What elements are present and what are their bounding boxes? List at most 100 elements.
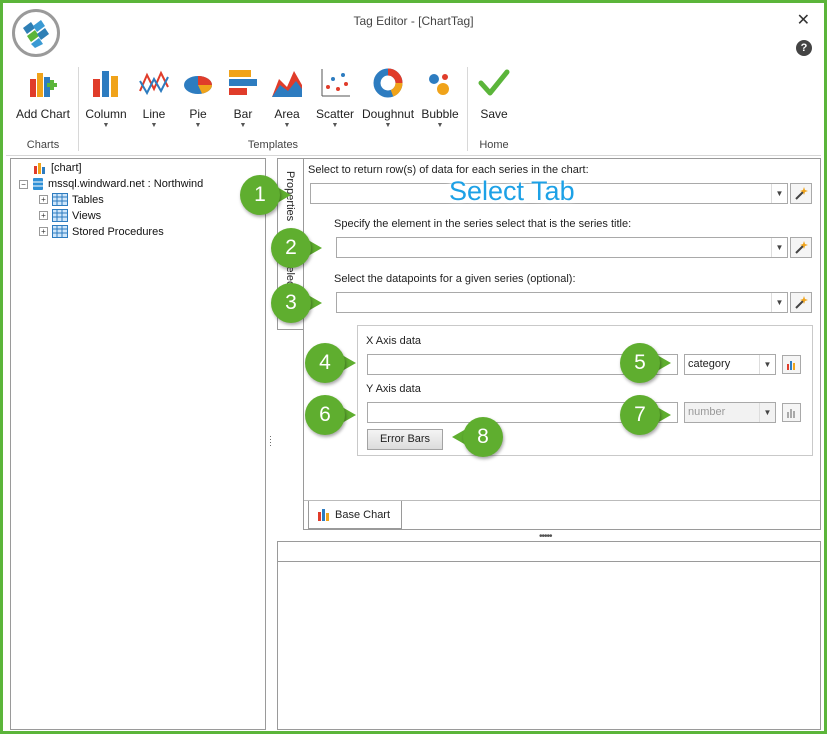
tab-label: Base Chart (335, 508, 391, 521)
scatter-chart-button[interactable]: Scatter ▼ (312, 67, 358, 129)
database-icon (33, 178, 43, 190)
scatter-dropdown-arrow-icon[interactable]: ▼ (312, 122, 358, 129)
collapse-icon[interactable]: − (19, 179, 28, 189)
callout-5: 5 (620, 343, 671, 383)
tag-editor-window: Tag Editor - [ChartTag] ✕ ? Add Chart Co… (0, 0, 827, 734)
chevron-down-icon[interactable]: ▼ (771, 184, 787, 203)
charts-group-label: Charts (26, 139, 60, 151)
series-title-select[interactable]: ▼ (336, 237, 788, 258)
magic-wand-icon (795, 295, 808, 309)
y-axis-type-select[interactable]: number ▼ (684, 402, 776, 423)
output-panel (277, 541, 821, 730)
table-icon (52, 209, 68, 222)
error-bars-button[interactable]: Error Bars (367, 429, 443, 450)
save-label: Save (480, 107, 508, 121)
callout-number: 7 (620, 395, 660, 435)
callout-number: 1 (240, 175, 280, 215)
tree-item-label: Stored Procedures (72, 225, 164, 238)
doughnut-dropdown-arrow-icon[interactable]: ▼ (362, 122, 414, 129)
magic-wand-icon (795, 240, 808, 254)
table-icon (52, 225, 68, 238)
scatter-label: Scatter (315, 107, 354, 121)
series-rows-label: Select to return row(s) of data for each… (308, 164, 589, 176)
bar-label: Bar (233, 107, 253, 121)
series-title-wizard-button[interactable] (790, 237, 812, 258)
scatter-chart-icon (312, 67, 358, 99)
series-rows-wizard-button[interactable] (790, 183, 812, 204)
tree-item-views[interactable]: + Views (39, 209, 101, 222)
callout-number: 3 (271, 283, 311, 323)
bar-dropdown-arrow-icon[interactable]: ▼ (224, 122, 262, 129)
expand-icon[interactable]: + (39, 227, 48, 236)
doughnut-chart-button[interactable]: Doughnut ▼ (362, 67, 414, 129)
save-button[interactable]: Save (474, 67, 514, 121)
y-axis-format-button[interactable] (782, 403, 801, 422)
y-axis-type-value: number (688, 406, 726, 418)
bubble-chart-button[interactable]: Bubble ▼ (418, 67, 462, 129)
x-axis-type-value: category (688, 358, 731, 370)
tree-item-datasource[interactable]: − mssql.windward.net : Northwind (19, 177, 203, 191)
chart-icon (34, 163, 45, 174)
vertical-splitter[interactable]: · · · · (269, 432, 273, 450)
checkmark-icon (474, 67, 514, 99)
pie-dropdown-arrow-icon[interactable]: ▼ (178, 122, 218, 129)
pie-label: Pie (189, 107, 207, 121)
callout-2: 2 (271, 228, 322, 268)
area-chart-icon (268, 67, 306, 99)
area-dropdown-arrow-icon[interactable]: ▼ (268, 122, 306, 129)
tree-item-stored-procedures[interactable]: + Stored Procedures (39, 225, 164, 238)
column-chart-button[interactable]: Column ▼ (84, 67, 128, 129)
add-chart-icon (14, 67, 72, 99)
tree-item-tables[interactable]: + Tables (39, 193, 104, 206)
magic-wand-icon (795, 186, 808, 200)
bar-chart-icon (224, 67, 262, 99)
chevron-down-icon[interactable]: ▼ (771, 238, 787, 257)
line-chart-button[interactable]: Line ▼ (134, 67, 174, 129)
callout-7: 7 (620, 395, 671, 435)
callout-number: 6 (305, 395, 345, 435)
callout-4: 4 (305, 343, 356, 383)
line-dropdown-arrow-icon[interactable]: ▼ (134, 122, 174, 129)
column-label: Column (85, 107, 127, 121)
close-icon[interactable]: ✕ (797, 10, 810, 30)
callout-number: 2 (271, 228, 311, 268)
x-axis-format-button[interactable] (782, 355, 801, 374)
datapoints-wizard-button[interactable] (790, 292, 812, 313)
tab-base-chart[interactable]: Base Chart (308, 501, 402, 529)
callout-number: 5 (620, 343, 660, 383)
title-bar: Tag Editor - [ChartTag] ✕ ? (3, 3, 824, 61)
line-label: Line (142, 107, 166, 121)
callout-3: 3 (271, 283, 322, 323)
add-chart-button[interactable]: Add Chart (14, 67, 72, 121)
add-chart-label: Add Chart (15, 107, 71, 121)
expand-icon[interactable]: + (39, 195, 48, 204)
tree-item-label: mssql.windward.net : Northwind (48, 178, 204, 190)
area-chart-button[interactable]: Area ▼ (268, 67, 306, 129)
output-panel-header (278, 542, 820, 562)
select-tab-annotation: Select Tab (449, 176, 575, 206)
x-axis-type-select[interactable]: category ▼ (684, 354, 776, 375)
doughnut-label: Doughnut (362, 107, 415, 121)
chevron-down-icon[interactable]: ▼ (759, 355, 775, 374)
tree-item-chart[interactable]: [chart] (33, 161, 82, 175)
tree-item-label: Tables (72, 193, 104, 206)
datapoints-select[interactable]: ▼ (336, 292, 788, 313)
chevron-down-icon[interactable]: ▼ (771, 293, 787, 312)
column-dropdown-arrow-icon[interactable]: ▼ (84, 122, 128, 129)
callout-8: 8 (452, 417, 507, 457)
help-icon[interactable]: ? (796, 40, 812, 56)
area-label: Area (274, 107, 300, 121)
series-title-label: Specify the element in the series select… (334, 218, 632, 230)
column-chart-icon (84, 67, 128, 99)
ribbon-separator (467, 67, 468, 151)
ribbon-separator (78, 67, 79, 151)
pie-chart-icon (178, 67, 218, 99)
chevron-down-icon[interactable]: ▼ (759, 403, 775, 422)
datapoints-label: Select the datapoints for a given series… (334, 273, 576, 285)
bar-chart-button[interactable]: Bar ▼ (224, 67, 262, 129)
table-icon (52, 193, 68, 206)
bubble-dropdown-arrow-icon[interactable]: ▼ (418, 122, 462, 129)
pie-chart-button[interactable]: Pie ▼ (178, 67, 218, 129)
ribbon-toolbar: Add Chart Column ▼ Line ▼ Pie ▼ Bar ▼ Ar… (6, 61, 821, 156)
expand-icon[interactable]: + (39, 211, 48, 220)
